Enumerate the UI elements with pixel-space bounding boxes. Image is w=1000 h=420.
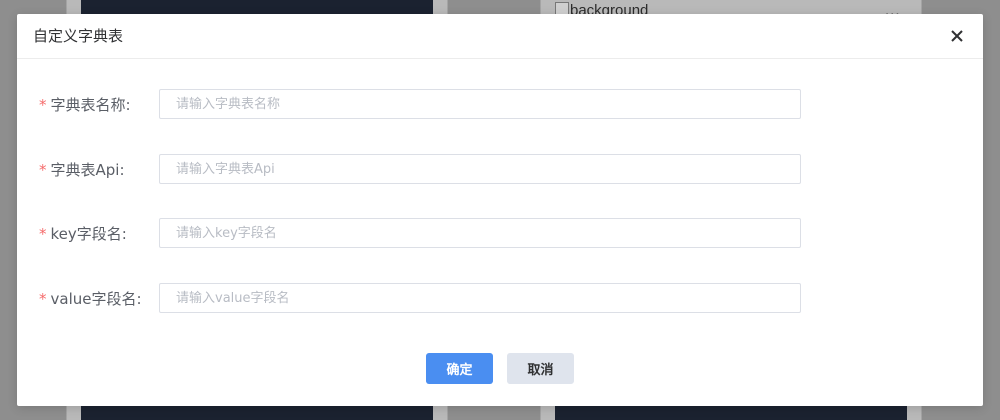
form-row-dict-api: * 字典表Api:: [17, 154, 983, 184]
background-image-bottom: [81, 406, 433, 420]
key-field-label: * key字段名:: [39, 223, 127, 244]
dict-api-label: * 字典表Api:: [39, 159, 125, 180]
value-field-label: * value字段名:: [39, 288, 142, 309]
required-mark: *: [39, 290, 47, 308]
background-image-top: [81, 0, 433, 14]
dialog-title: 自定义字典表: [33, 27, 124, 45]
custom-dictionary-dialog: 自定义字典表 *字典表名称: *字典表Api: *key字段名: *value字…: [17, 14, 983, 406]
dict-name-label: * 字典表名称:: [39, 94, 131, 115]
close-button[interactable]: [947, 26, 967, 46]
dict-api-label-text: 字典表Api:: [50, 161, 125, 179]
dialog-header: 自定义字典表: [17, 14, 983, 59]
form-row-key-field: * key字段名:: [17, 218, 983, 248]
key-field-input[interactable]: [159, 218, 801, 248]
cancel-button[interactable]: 取消: [507, 353, 574, 384]
value-field-label-text: value字段名:: [50, 290, 142, 308]
dict-name-input[interactable]: [159, 89, 801, 119]
close-icon: [951, 30, 963, 42]
required-mark: *: [39, 225, 47, 243]
confirm-button[interactable]: 确定: [426, 353, 493, 384]
value-field-input[interactable]: [159, 283, 801, 313]
form-row-dict-name: * 字典表名称:: [17, 89, 983, 119]
form-row-value-field: * value字段名:: [17, 283, 983, 313]
background-image-bottom: [555, 406, 907, 420]
required-mark: *: [39, 161, 47, 179]
dict-name-label-text: 字典表名称:: [50, 96, 131, 114]
key-field-label-text: key字段名:: [50, 225, 127, 243]
dict-api-input[interactable]: [159, 154, 801, 184]
required-mark: *: [39, 96, 47, 114]
